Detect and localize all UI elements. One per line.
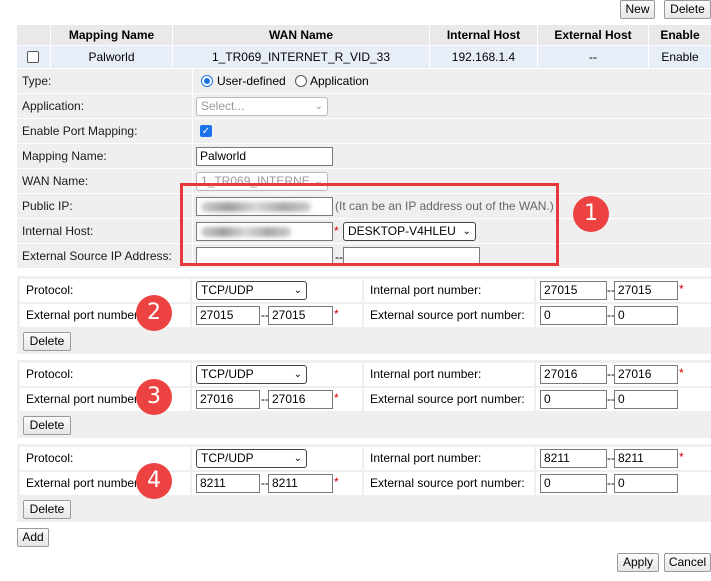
protocol-select[interactable]: TCP/UDP ⌄: [196, 449, 307, 468]
required-marker: *: [334, 391, 339, 405]
table-header-select: [17, 25, 50, 45]
internal-port-from-input[interactable]: 8211: [540, 449, 607, 468]
new-button[interactable]: New: [620, 0, 655, 19]
annotation-badge: 3: [136, 379, 172, 415]
internal-port-label: Internal port number:: [370, 283, 482, 297]
type-application-label[interactable]: Application: [310, 69, 369, 93]
table-cell-internal-host: 192.168.1.4: [430, 46, 537, 68]
enable-port-mapping-label: Enable Port Mapping:: [22, 124, 138, 138]
external-port-to-input[interactable]: 27016: [268, 390, 333, 409]
internal-port-label: Internal port number:: [370, 367, 482, 381]
table-cell-enable: Enable: [649, 46, 711, 68]
table-cell-wan-name: 1_TR069_INTERNET_R_VID_33: [173, 46, 429, 68]
internal-host-label: Internal Host:: [22, 224, 94, 238]
external-port-to-input[interactable]: 27015: [268, 306, 333, 325]
enable-port-mapping-checkbox[interactable]: ✓: [200, 125, 212, 137]
external-source-port-to-input[interactable]: 0: [614, 390, 678, 409]
protocol-label: Protocol:: [26, 283, 74, 297]
delete-button[interactable]: Delete: [664, 0, 711, 19]
external-source-port-from-input[interactable]: 0: [540, 306, 607, 325]
external-port-label: External port number:: [26, 476, 142, 490]
table-header-enable: Enable: [649, 25, 711, 45]
protocol-label: Protocol:: [26, 451, 74, 465]
type-user-defined-label[interactable]: User-defined: [217, 69, 286, 93]
table-header-internal-host: Internal Host: [430, 25, 537, 45]
chevron-down-icon: ⌄: [293, 369, 302, 380]
chevron-down-icon: ⌄: [293, 453, 302, 464]
cancel-button[interactable]: Cancel: [664, 553, 711, 572]
protocol-select[interactable]: TCP/UDP ⌄: [196, 365, 307, 384]
mapping-name-input[interactable]: Palworld: [196, 147, 333, 166]
apply-button[interactable]: Apply: [617, 553, 659, 572]
required-marker: *: [679, 450, 684, 464]
external-port-from-input[interactable]: 27016: [196, 390, 260, 409]
required-marker: *: [679, 282, 684, 296]
annotation-badge-1: 1: [573, 196, 609, 232]
external-source-port-to-input[interactable]: 0: [614, 306, 678, 325]
required-marker: *: [679, 366, 684, 380]
external-port-to-input[interactable]: 8211: [268, 474, 333, 493]
chevron-down-icon: ⌄: [293, 285, 302, 296]
external-source-port-label: External source port number:: [370, 308, 525, 322]
internal-port-to-input[interactable]: 8211: [614, 449, 678, 468]
type-application-radio[interactable]: [295, 75, 307, 87]
external-source-ip-label: External Source IP Address:: [22, 249, 172, 263]
table-header-external-host: External Host: [538, 25, 648, 45]
table-header-mapping-name: Mapping Name: [51, 25, 172, 45]
annotation-highlight-box: [180, 183, 559, 266]
external-port-from-input[interactable]: 8211: [196, 474, 260, 493]
internal-port-label: Internal port number:: [370, 451, 482, 465]
group-delete-button[interactable]: Delete: [23, 500, 71, 519]
annotation-badge: 4: [136, 463, 172, 499]
internal-port-to-input[interactable]: 27015: [614, 281, 678, 300]
public-ip-label: Public IP:: [22, 199, 73, 213]
external-port-label: External port number:: [26, 308, 142, 322]
wan-name-label: WAN Name:: [22, 174, 89, 188]
add-button[interactable]: Add: [17, 528, 49, 547]
external-source-port-label: External source port number:: [370, 392, 525, 406]
external-source-port-from-input[interactable]: 0: [540, 390, 607, 409]
application-select[interactable]: Select... ⌄: [196, 97, 328, 116]
annotation-badge: 2: [136, 295, 172, 331]
group-delete-button[interactable]: Delete: [23, 416, 71, 435]
mapping-name-label: Mapping Name:: [22, 149, 107, 163]
table-header-wan-name: WAN Name: [173, 25, 429, 45]
external-source-port-label: External source port number:: [370, 476, 525, 490]
protocol-label: Protocol:: [26, 367, 74, 381]
internal-port-to-input[interactable]: 27016: [614, 365, 678, 384]
group-delete-button[interactable]: Delete: [23, 332, 71, 351]
type-user-defined-radio[interactable]: [201, 75, 213, 87]
external-port-from-input[interactable]: 27015: [196, 306, 260, 325]
table-cell-mapping-name[interactable]: Palworld: [51, 46, 172, 68]
internal-port-from-input[interactable]: 27015: [540, 281, 607, 300]
table-cell-external-host: --: [538, 46, 648, 68]
row-select-checkbox[interactable]: [27, 51, 39, 63]
application-label: Application:: [22, 99, 85, 113]
type-label: Type:: [22, 74, 52, 88]
protocol-select[interactable]: TCP/UDP ⌄: [196, 281, 307, 300]
external-source-port-to-input[interactable]: 0: [614, 474, 678, 493]
required-marker: *: [334, 475, 339, 489]
chevron-down-icon: ⌄: [314, 101, 323, 112]
external-source-port-from-input[interactable]: 0: [540, 474, 607, 493]
external-port-label: External port number:: [26, 392, 142, 406]
internal-port-from-input[interactable]: 27016: [540, 365, 607, 384]
required-marker: *: [334, 307, 339, 321]
